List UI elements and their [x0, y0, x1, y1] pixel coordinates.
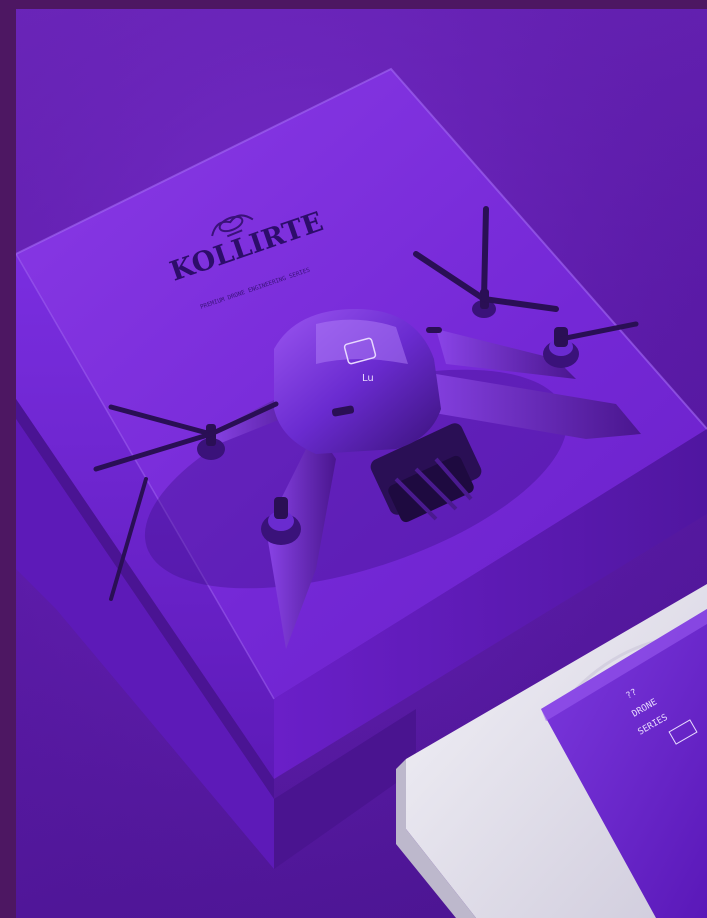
- drone-badge-text: Lu: [362, 373, 374, 384]
- product-scene: KOLLIRTE PREMIUM DRONE ENGINEERING SERIE…: [16, 9, 707, 918]
- product-photo: KOLLIRTE PREMIUM DRONE ENGINEERING SERIE…: [16, 9, 707, 918]
- outer-frame: KOLLIRTE PREMIUM DRONE ENGINEERING SERIE…: [0, 0, 707, 918]
